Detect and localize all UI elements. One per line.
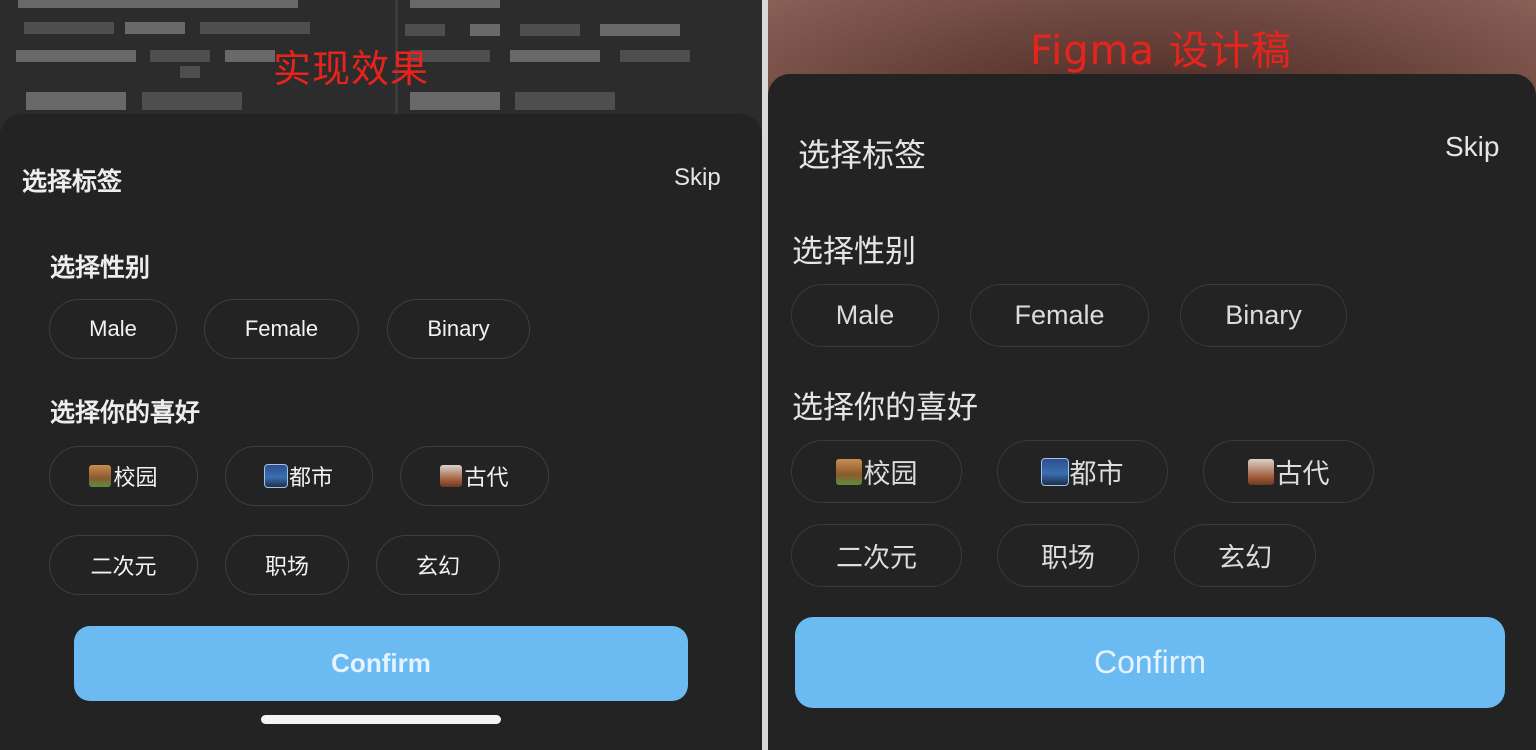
chip-female[interactable]: Female [970, 284, 1149, 347]
gender-section-title: 选择性别 [792, 234, 916, 269]
chip-campus[interactable]: 校园 [791, 440, 962, 503]
chip-male[interactable]: Male [49, 299, 177, 359]
chip-ancient[interactable]: 古代 [1203, 440, 1374, 503]
castle-emoji-icon [1247, 458, 1274, 485]
cityscape-emoji-icon [1040, 457, 1069, 486]
chip-anime[interactable]: 二次元 [791, 524, 962, 587]
chip-label: 都市 [288, 465, 333, 490]
chip-ancient[interactable]: 古代 [400, 446, 549, 506]
implementation-panel: 实现效果 选择标签 Skip 选择性别 Male Female Binary 选… [0, 0, 762, 750]
confirm-button[interactable]: Confirm [74, 626, 688, 701]
chip-label: 古代 [464, 465, 509, 490]
chip-binary[interactable]: Binary [1180, 284, 1347, 347]
school-emoji-icon [89, 465, 112, 487]
chip-campus[interactable]: 校园 [49, 446, 198, 506]
preference-section-title: 选择你的喜好 [50, 399, 201, 427]
preference-section-title: 选择你的喜好 [792, 390, 978, 425]
confirm-button[interactable]: Confirm [795, 617, 1505, 708]
castle-emoji-icon [440, 465, 463, 487]
chip-label: 校园 [113, 465, 158, 490]
chip-fantasy[interactable]: 玄幻 [1174, 524, 1316, 587]
chip-anime[interactable]: 二次元 [49, 535, 198, 595]
home-indicator [261, 715, 501, 724]
sheet-title: 选择标签 [798, 137, 927, 173]
chip-male[interactable]: Male [791, 284, 939, 347]
chip-city[interactable]: 都市 [225, 446, 373, 506]
chip-city[interactable]: 都市 [997, 440, 1168, 503]
chip-label: 古代 [1275, 459, 1330, 489]
chip-workplace[interactable]: 职场 [997, 524, 1139, 587]
chip-binary[interactable]: Binary [387, 299, 530, 359]
implementation-caption: 实现效果 [273, 47, 430, 91]
cityscape-emoji-icon [263, 464, 288, 488]
figma-content: 选择标签 Skip 选择性别 Male Female Binary 选择你的喜好… [768, 0, 1536, 750]
chip-label: 校园 [863, 459, 918, 489]
skip-button[interactable]: Skip [1445, 131, 1499, 163]
chip-label: 都市 [1069, 459, 1124, 489]
gender-section-title: 选择性别 [50, 254, 151, 282]
sheet-title: 选择标签 [22, 168, 123, 196]
skip-button[interactable]: Skip [674, 164, 721, 192]
chip-fantasy[interactable]: 玄幻 [376, 535, 500, 595]
school-emoji-icon [835, 458, 862, 485]
chip-workplace[interactable]: 职场 [225, 535, 349, 595]
chip-female[interactable]: Female [204, 299, 359, 359]
